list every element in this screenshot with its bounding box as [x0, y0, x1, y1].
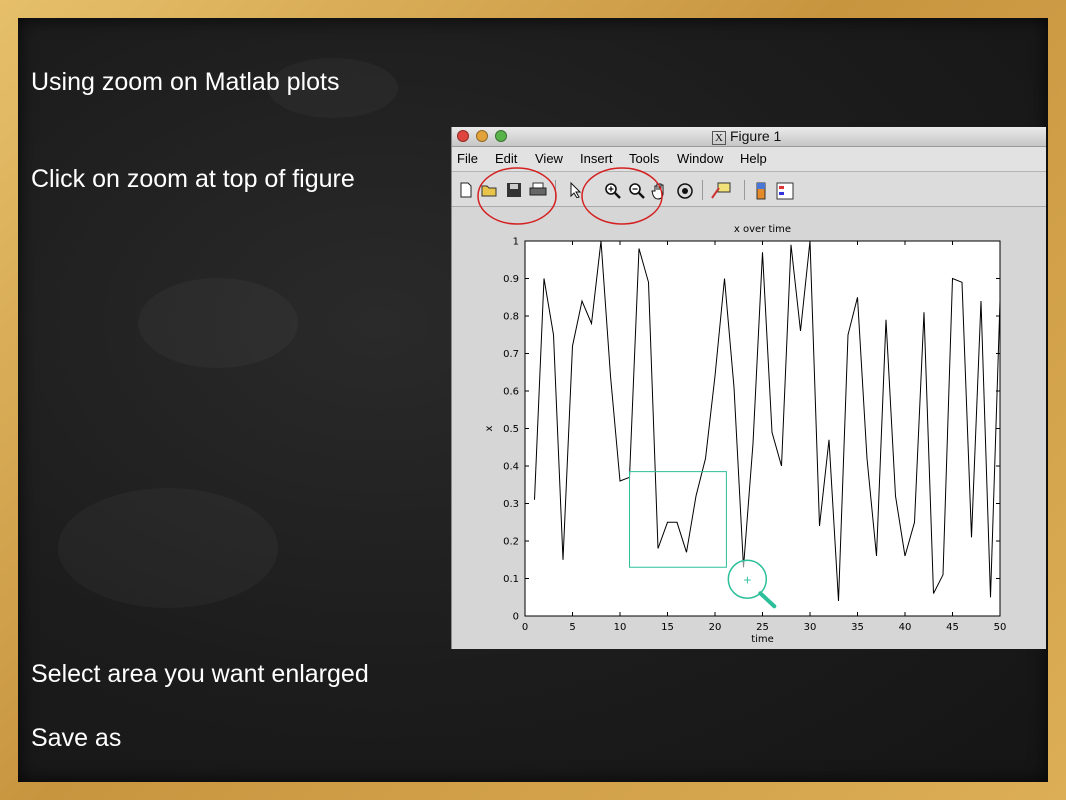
x-tick-label: 5 — [569, 622, 575, 633]
chalk-smudge — [58, 488, 278, 608]
menu-tools[interactable]: Tools — [629, 151, 659, 166]
window-titlebar[interactable]: X Figure 1 — [452, 127, 1046, 147]
step-click-zoom: Click on zoom at top of figure — [31, 165, 355, 193]
y-tick-label: 0.1 — [503, 574, 519, 585]
y-tick-label: 0.2 — [503, 537, 519, 548]
figure-toolbar — [452, 172, 1046, 207]
zoom-in-icon[interactable] — [604, 182, 622, 200]
plot-area[interactable]: x over time 0 5 10 15 20 25 30 35 40 45 50 0 0.1 0.2 0.… — [452, 207, 1046, 649]
zoom-window-button[interactable] — [495, 130, 507, 142]
pan-hand-icon[interactable] — [651, 182, 669, 200]
axes-box — [524, 240, 1001, 617]
x-tick-label: 25 — [756, 622, 769, 633]
toolbar-separator — [555, 180, 556, 200]
menu-view[interactable]: View — [535, 151, 563, 166]
slide-heading: Using zoom on Matlab plots — [31, 68, 340, 96]
menu-file[interactable]: File — [457, 151, 478, 166]
open-file-icon[interactable] — [481, 182, 499, 198]
y-tick-label: 0.6 — [503, 387, 519, 398]
y-tick-label: 0.3 — [503, 499, 519, 510]
chalk-smudge — [138, 278, 298, 368]
x-axis-label: time — [751, 634, 774, 645]
y-axis-label: x — [484, 425, 495, 431]
x-tick-label: 10 — [614, 622, 627, 633]
pointer-icon[interactable] — [569, 182, 583, 198]
x-tick-label: 50 — [994, 622, 1007, 633]
data-cursor-icon[interactable] — [710, 182, 732, 200]
y-tick-label: 0.7 — [503, 349, 519, 360]
step-select-area: Select area you want enlarged — [31, 660, 369, 688]
legend-icon[interactable] — [776, 182, 794, 200]
x-tick-label: 30 — [804, 622, 817, 633]
zoom-cursor-plus: + — [743, 573, 752, 586]
y-tick-label: 1 — [513, 237, 519, 248]
matlab-figure-window: X Figure 1 File Edit View Insert Tools Wi… — [451, 127, 1046, 649]
y-tick-label: 0.8 — [503, 312, 519, 323]
chart-title: x over time — [734, 224, 791, 235]
window-title: X Figure 1 — [712, 128, 781, 145]
y-tick-label: 0 — [513, 612, 519, 623]
minimize-window-button[interactable] — [476, 130, 488, 142]
save-icon[interactable] — [506, 182, 522, 198]
slide-frame: Using zoom on Matlab plots Click on zoom… — [0, 0, 1066, 800]
toolbar-separator — [744, 180, 745, 200]
toolbar-separator — [702, 180, 703, 200]
zoom-out-icon[interactable] — [628, 182, 646, 200]
menu-insert[interactable]: Insert — [580, 151, 613, 166]
menu-edit[interactable]: Edit — [495, 151, 517, 166]
close-window-button[interactable] — [457, 130, 469, 142]
x-tick-label: 20 — [709, 622, 722, 633]
x-tick-label: 45 — [946, 622, 959, 633]
rotate-3d-icon[interactable] — [676, 182, 694, 200]
menu-window[interactable]: Window — [677, 151, 723, 166]
y-tick-label: 0.4 — [503, 462, 519, 473]
x-tick-label: 35 — [851, 622, 864, 633]
x-tick-label: 40 — [899, 622, 912, 633]
colorbar-icon[interactable] — [755, 182, 767, 200]
new-figure-icon[interactable] — [459, 182, 473, 198]
x11-icon: X — [712, 131, 726, 145]
menu-bar: File Edit View Insert Tools Window Help — [452, 147, 1046, 172]
y-tick-label: 0.9 — [503, 274, 519, 285]
window-title-label: Figure 1 — [729, 128, 782, 144]
print-icon[interactable] — [529, 182, 547, 198]
menu-help[interactable]: Help — [740, 151, 767, 166]
step-save-as: Save as — [31, 724, 122, 752]
x-tick-label: 15 — [661, 622, 674, 633]
x-tick-label: 0 — [522, 622, 528, 633]
y-tick-label: 0.5 — [503, 424, 519, 435]
